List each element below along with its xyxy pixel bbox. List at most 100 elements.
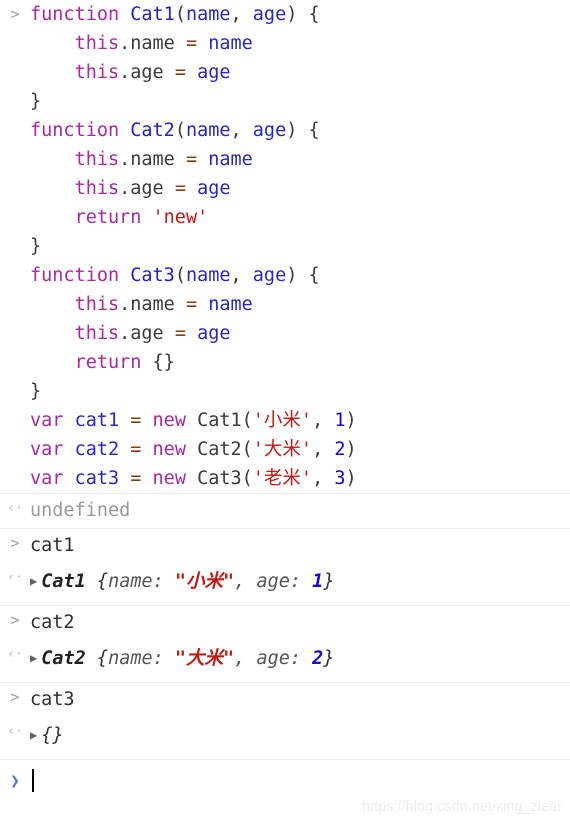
code-token: Cat1( <box>185 410 253 431</box>
code-token: .name <box>119 33 186 54</box>
code-line: this.name = name <box>30 29 570 58</box>
undefined-value: undefined <box>30 500 131 521</box>
code-token: return <box>74 352 142 373</box>
console-echo-row[interactable]: > cat3 <box>0 682 570 717</box>
code-token: this <box>74 33 120 54</box>
property-value: 1 <box>312 571 324 592</box>
echoed-expression: cat2 <box>30 612 75 633</box>
code-token: ( <box>174 265 186 286</box>
console-echo-row[interactable]: > cat1 <box>0 528 570 563</box>
open-brace: { <box>85 648 109 669</box>
code-token: , <box>312 410 335 431</box>
active-prompt-row[interactable]: ❯ <box>0 759 570 800</box>
console-echo-row[interactable]: > cat2 <box>0 605 570 640</box>
code-token: 'new' <box>152 207 209 228</box>
prompt-arrow-icon: > <box>10 534 20 552</box>
prompt-arrow-icon: > <box>10 5 20 23</box>
echoed-expression: cat1 <box>30 535 75 556</box>
object-preview[interactable]: ▶ Cat2 {name: "大米", age: 2} <box>30 640 570 677</box>
devtools-console: > function Cat1(name, age) { this.name =… <box>0 0 570 826</box>
code-token: ( <box>174 4 186 25</box>
echoed-expression: cat3 <box>30 689 75 710</box>
code-token: this <box>74 149 120 170</box>
code-token: function <box>30 265 131 286</box>
code-token: ) { <box>286 4 320 25</box>
code-token: name <box>208 149 253 170</box>
code-token: , <box>230 120 253 141</box>
code-token: , <box>230 265 253 286</box>
code-token: , <box>312 468 335 489</box>
console-result-row[interactable]: ‹· ▶ Cat2 {name: "大米", age: 2} <box>0 640 570 682</box>
close-brace: } <box>323 571 335 592</box>
code-token: Cat3 <box>130 265 175 286</box>
object-preview[interactable]: ▶{} <box>30 717 570 754</box>
code-token: = <box>185 33 198 54</box>
response-arrow-icon: ‹· <box>7 724 23 739</box>
code-token: ) { <box>286 120 320 141</box>
code-token: cat1 <box>74 410 120 431</box>
code-line: this.age = age <box>30 174 570 203</box>
disclosure-triangle-icon[interactable]: ▶ <box>30 717 37 753</box>
response-arrow-icon: ‹· <box>7 570 23 585</box>
console-result-row[interactable]: ‹· ▶{} <box>0 717 570 759</box>
prompt-chevron-icon: ❯ <box>10 770 20 790</box>
code-line: return 'new' <box>30 203 570 232</box>
property-value: 2 <box>312 648 324 669</box>
code-token: age <box>197 62 231 83</box>
object-preview[interactable]: ▶ Cat1 {name: "小米", age: 1} <box>30 563 570 600</box>
console-result-row[interactable]: ‹· ▶ Cat1 {name: "小米", age: 1} <box>0 563 570 605</box>
code-line: this.age = age <box>30 319 570 348</box>
disclosure-triangle-icon[interactable]: ▶ <box>30 640 37 676</box>
code-token: ) <box>345 410 357 431</box>
object-constructor-name: Cat1 <box>41 571 86 592</box>
code-line: var cat1 = new Cat1('小米', 1) <box>30 406 570 435</box>
code-token: , <box>230 4 253 25</box>
code-token: name <box>208 33 253 54</box>
code-token: = <box>185 294 198 315</box>
open-brace: { <box>85 571 109 592</box>
code-line: function Cat1(name, age) { <box>30 0 570 29</box>
property-value: "小米" <box>174 571 235 592</box>
code-token: cat2 <box>74 439 120 460</box>
code-token: '大米' <box>252 439 313 460</box>
code-token: } <box>30 236 42 257</box>
code-token: ) { <box>286 265 320 286</box>
code-token: Cat2( <box>185 439 253 460</box>
code-token: var <box>30 439 64 460</box>
code-token: .age <box>119 323 175 344</box>
code-token: = <box>174 323 186 344</box>
property-key: name: <box>108 571 175 592</box>
code-token: Cat1 <box>130 4 175 25</box>
property-separator: , <box>234 648 257 669</box>
code-token: age <box>252 120 287 141</box>
code-token: age <box>252 4 287 25</box>
code-source[interactable]: function Cat1(name, age) { this.name = n… <box>30 0 570 493</box>
code-token: .name <box>119 149 186 170</box>
code-token: {} <box>141 352 175 373</box>
empty-object-braces: {} <box>41 725 64 746</box>
code-token: '老米' <box>252 468 313 489</box>
code-line: this.name = name <box>30 290 570 319</box>
code-token: this <box>74 62 120 83</box>
code-token: = <box>130 468 142 489</box>
response-arrow-icon: ‹· <box>7 501 23 516</box>
code-token: var <box>30 468 64 489</box>
console-input-block[interactable]: > function Cat1(name, age) { this.name =… <box>0 0 570 493</box>
disclosure-triangle-icon[interactable]: ▶ <box>30 563 37 599</box>
code-line: this.age = age <box>30 58 570 87</box>
code-token: 3 <box>334 468 346 489</box>
code-token: ) <box>345 468 357 489</box>
code-token: = <box>130 410 142 431</box>
